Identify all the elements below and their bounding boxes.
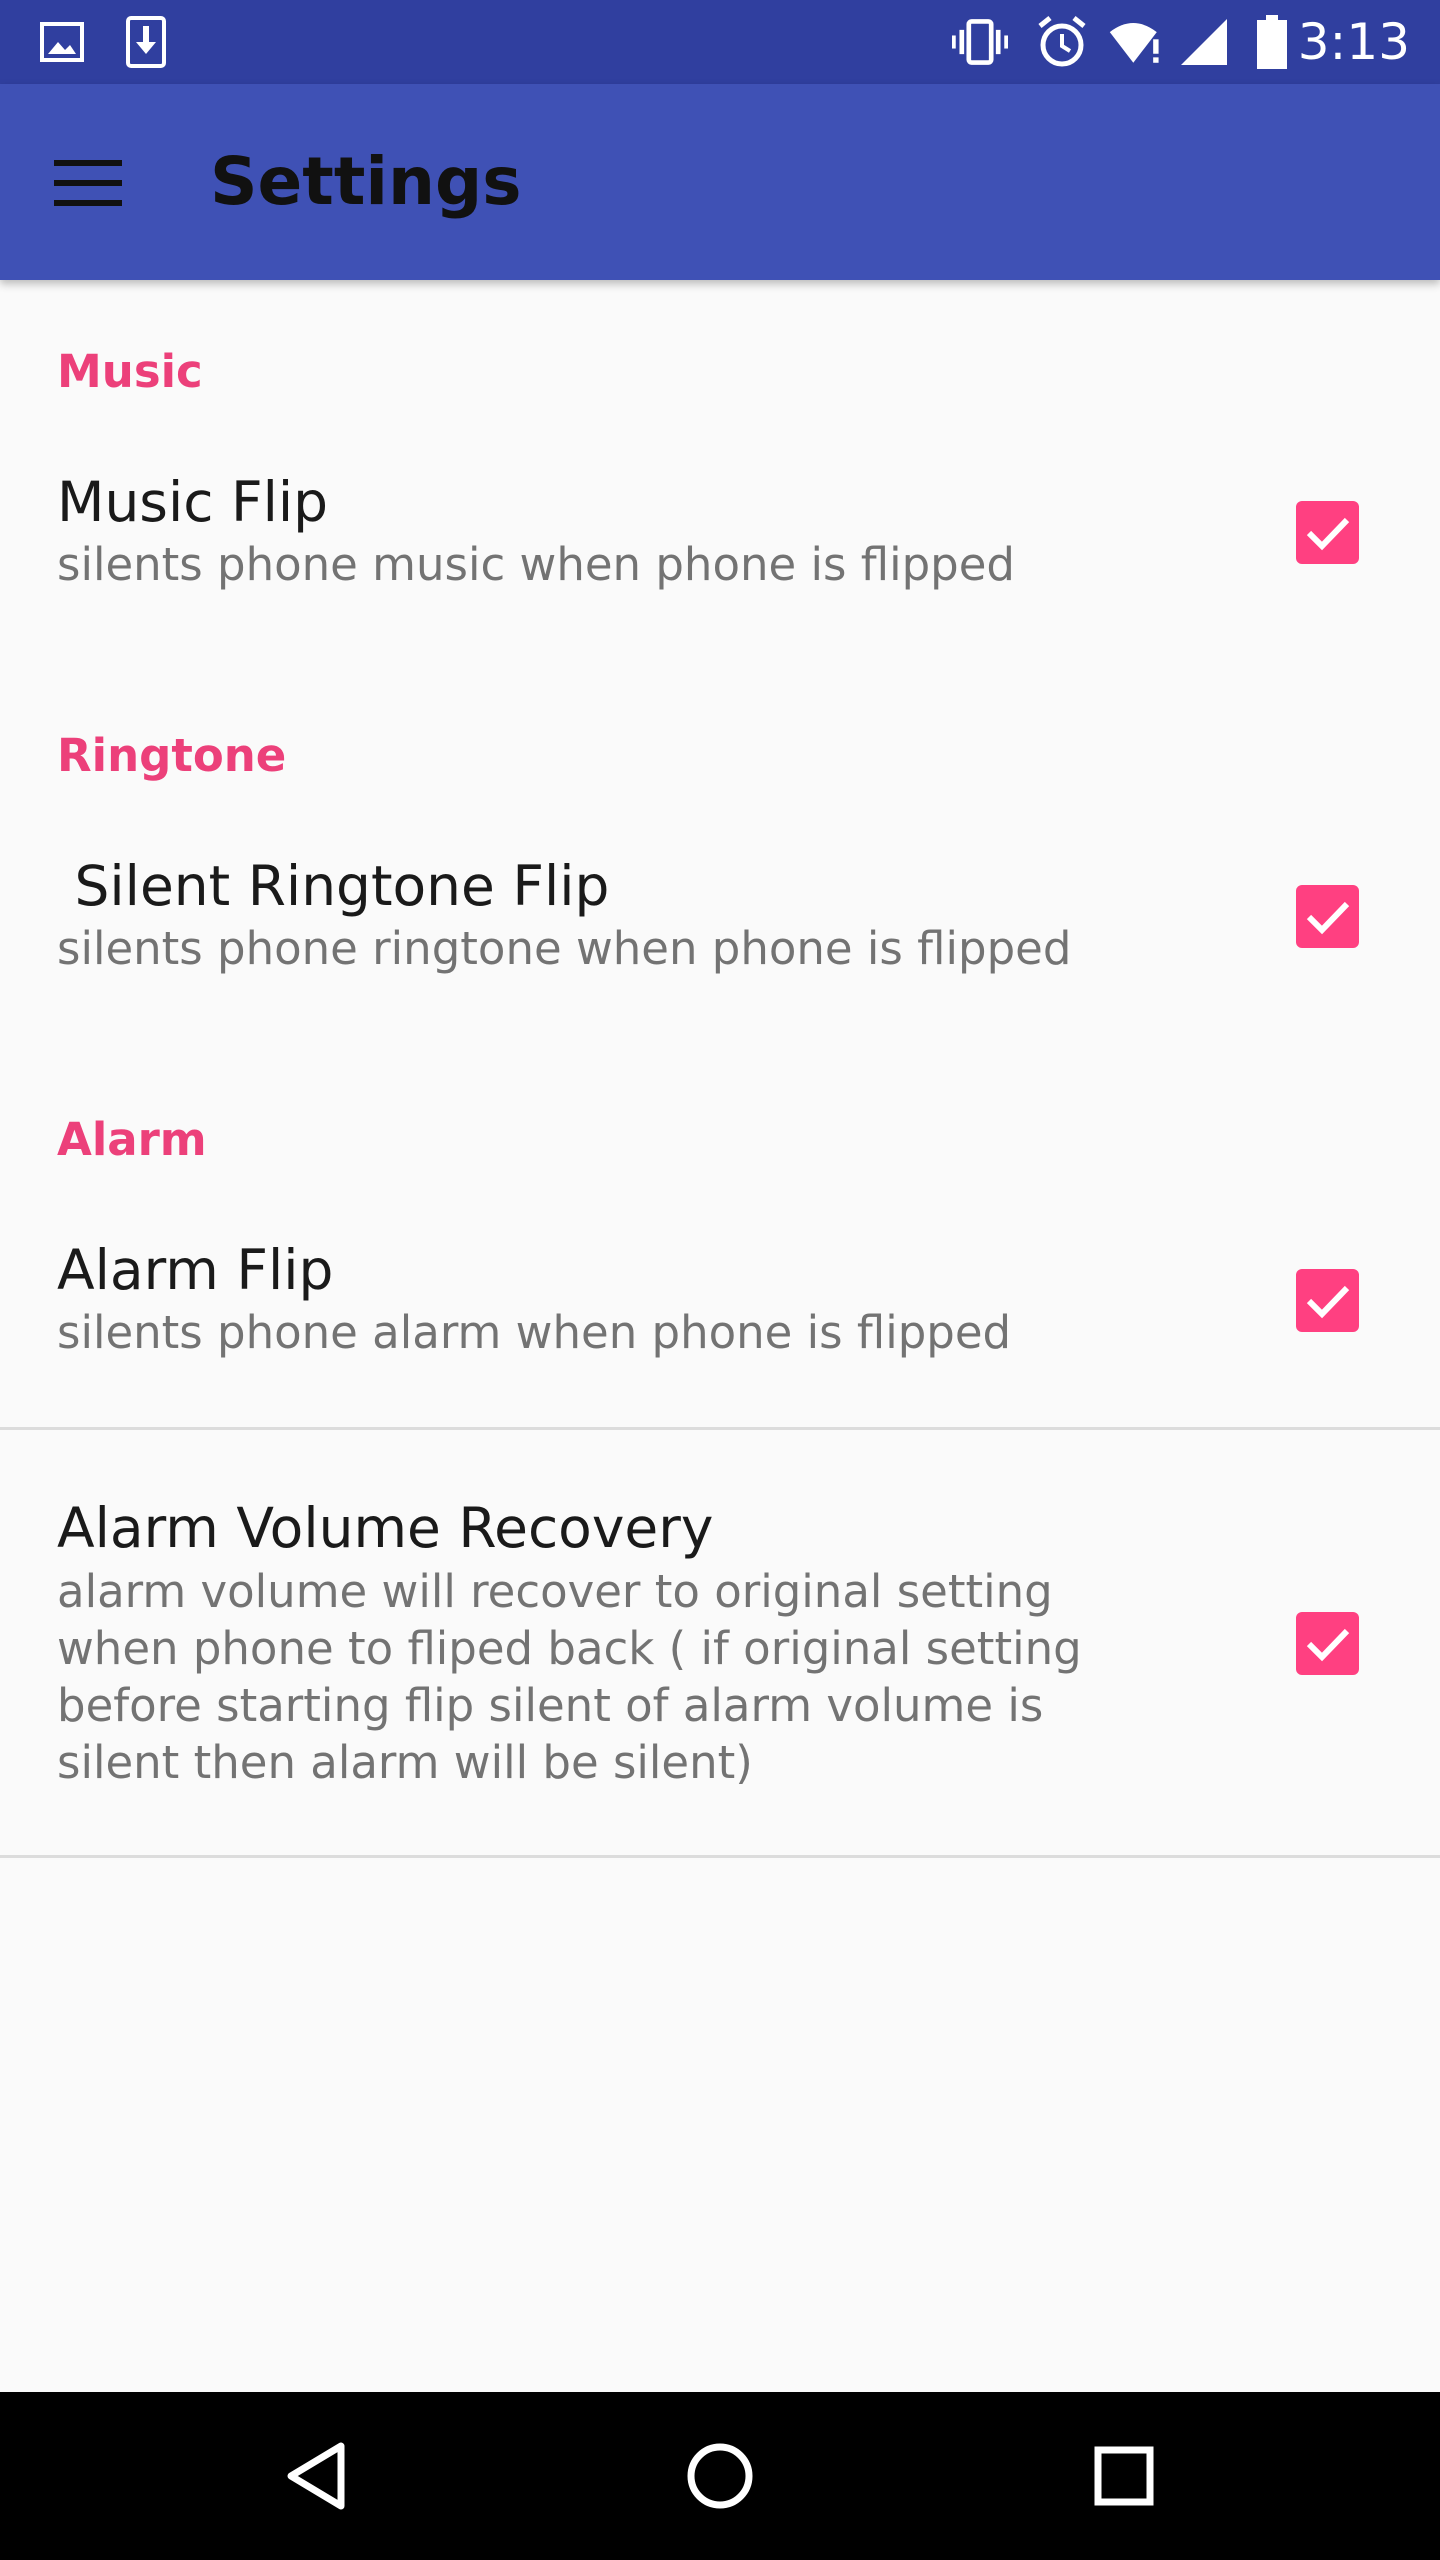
pref-title: Music Flip <box>57 470 329 534</box>
pref-summary: silents phone alarm when phone is flippe… <box>57 1306 1012 1359</box>
status-bar: 3:13 <box>0 0 1440 84</box>
app-bar: Settings <box>0 84 1440 280</box>
pref-title: Alarm Flip <box>57 1238 334 1302</box>
status-time: 3:13 <box>1297 13 1410 71</box>
ringtone-flip-checkbox[interactable] <box>1296 885 1359 948</box>
back-icon[interactable] <box>256 2426 376 2526</box>
pref-summary: silents phone music when phone is flippe… <box>57 538 1015 591</box>
category-ringtone: Ringtone <box>57 729 287 782</box>
pref-title: Silent Ringtone Flip <box>57 854 610 918</box>
category-alarm: Alarm <box>57 1113 207 1166</box>
page-title: Settings <box>210 143 522 220</box>
wifi-icon <box>1108 14 1164 70</box>
settings-screen: 3:13 Settings Music Music Flip silents p… <box>0 0 1440 2560</box>
navigation-bar <box>0 2392 1440 2560</box>
alarm-flip-checkbox[interactable] <box>1296 1269 1359 1332</box>
signal-icon <box>1176 14 1232 70</box>
vibrate-icon <box>952 14 1008 70</box>
divider <box>0 1855 1440 1858</box>
category-music: Music <box>57 345 203 398</box>
pref-title: Alarm Volume Recovery <box>57 1496 714 1560</box>
pref-summary: alarm volume will recover to original se… <box>57 1565 1082 1789</box>
home-icon[interactable] <box>660 2426 780 2526</box>
alarm-icon <box>1034 14 1090 70</box>
image-icon <box>34 14 90 70</box>
pref-summary: silents phone ringtone when phone is fli… <box>57 922 1072 975</box>
check-icon <box>1306 1285 1349 1318</box>
download-icon <box>118 14 174 70</box>
check-icon <box>1306 901 1349 934</box>
music-flip-checkbox[interactable] <box>1296 501 1359 564</box>
recents-icon[interactable] <box>1064 2426 1184 2526</box>
alarm-volume-recovery-checkbox[interactable] <box>1296 1612 1359 1675</box>
divider <box>0 1427 1440 1430</box>
check-icon <box>1306 517 1349 550</box>
hamburger-menu-icon[interactable] <box>40 138 136 228</box>
battery-icon <box>1244 14 1300 70</box>
check-icon <box>1306 1628 1349 1661</box>
